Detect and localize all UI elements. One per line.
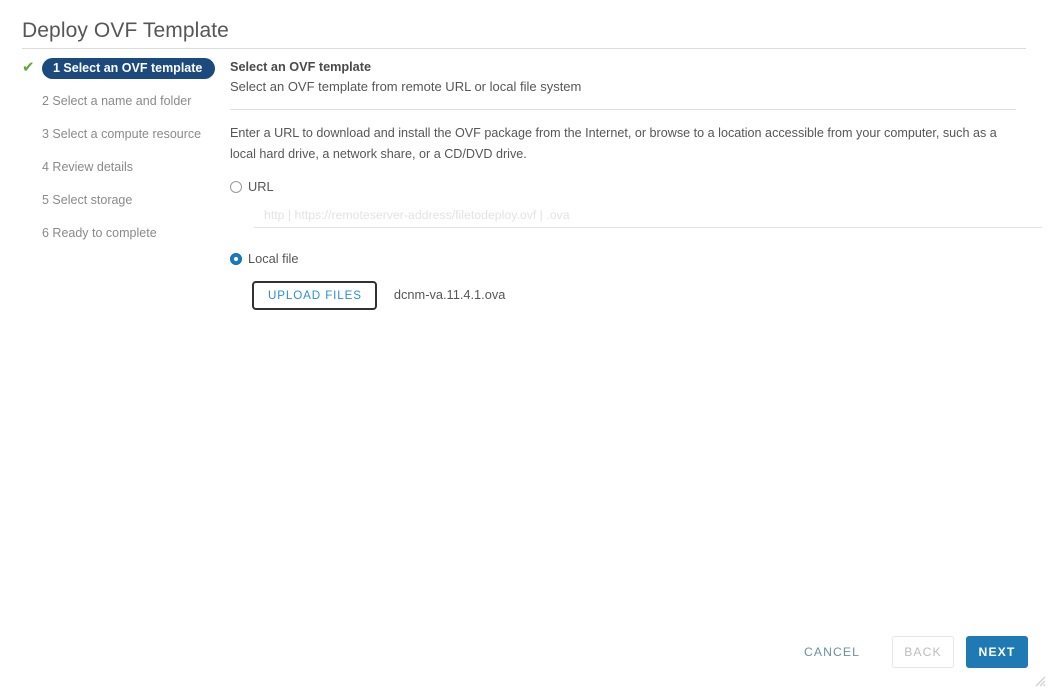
back-button: BACK — [892, 636, 954, 668]
sidebar-item-select-storage[interactable]: 5 Select storage — [22, 189, 218, 211]
sidebar-item-select-name-and-folder[interactable]: 2 Select a name and folder — [22, 90, 218, 112]
sidebar-item-select-compute-resource[interactable]: 3 Select a compute resource — [22, 123, 218, 145]
sidebar-item-ready-to-complete[interactable]: 6 Ready to complete — [22, 222, 218, 244]
title-divider — [22, 48, 1026, 49]
content-description: Enter a URL to download and install the … — [230, 126, 997, 161]
radio-option-url[interactable]: URL — [230, 178, 1016, 196]
step-label: 6 Ready to complete — [42, 226, 157, 240]
upload-row: UPLOAD FILES dcnm-va.11.4.1.ova — [252, 280, 1016, 310]
sidebar-item-select-ovf-template[interactable]: ✔ 1 Select an OVF template — [22, 58, 218, 79]
url-input[interactable] — [254, 206, 1042, 228]
sidebar-item-review-details[interactable]: 4 Review details — [22, 156, 218, 178]
step-spacer — [22, 79, 218, 90]
radio-local-file-icon[interactable] — [230, 252, 242, 265]
resize-grip-icon[interactable] — [1032, 673, 1046, 687]
step-label: 3 Select a compute resource — [42, 127, 202, 141]
footer-actions: CANCEL BACK NEXT — [792, 636, 1028, 668]
radio-option-local-file[interactable]: Local file — [230, 250, 1016, 268]
wizard-step-list: ✔ 1 Select an OVF template 2 Select a na… — [22, 58, 218, 244]
step-label: 5 Select storage — [42, 193, 133, 207]
step-spacer — [22, 178, 218, 189]
radio-url-icon[interactable] — [230, 180, 242, 193]
next-button[interactable]: NEXT — [966, 636, 1028, 668]
content-subheading: Select an OVF template from remote URL o… — [230, 79, 582, 94]
selected-filename: dcnm-va.11.4.1.ova — [393, 287, 506, 303]
main-content: Select an OVF template Select an OVF tem… — [230, 58, 1042, 310]
cancel-button[interactable]: CANCEL — [792, 636, 872, 668]
step-label: 2 Select a name and folder — [42, 94, 192, 108]
step-spacer — [22, 145, 218, 156]
content-divider — [230, 109, 1016, 110]
local-file-block: Local file UPLOAD FILES dcnm-va.11.4.1.o… — [230, 250, 1016, 310]
check-icon: ✔ — [22, 59, 35, 76]
step-spacer — [22, 211, 218, 222]
content-heading: Select an OVF template — [230, 60, 372, 74]
url-input-wrapper — [254, 206, 1042, 228]
radio-local-file-label: Local file — [248, 250, 299, 266]
page-title: Deploy OVF Template — [22, 19, 229, 42]
step-label: 4 Review details — [42, 160, 134, 174]
step-spacer — [22, 112, 218, 123]
radio-url-label: URL — [248, 178, 274, 194]
step-label: 1 Select an OVF template — [42, 58, 216, 79]
upload-files-button[interactable]: UPLOAD FILES — [252, 280, 377, 310]
